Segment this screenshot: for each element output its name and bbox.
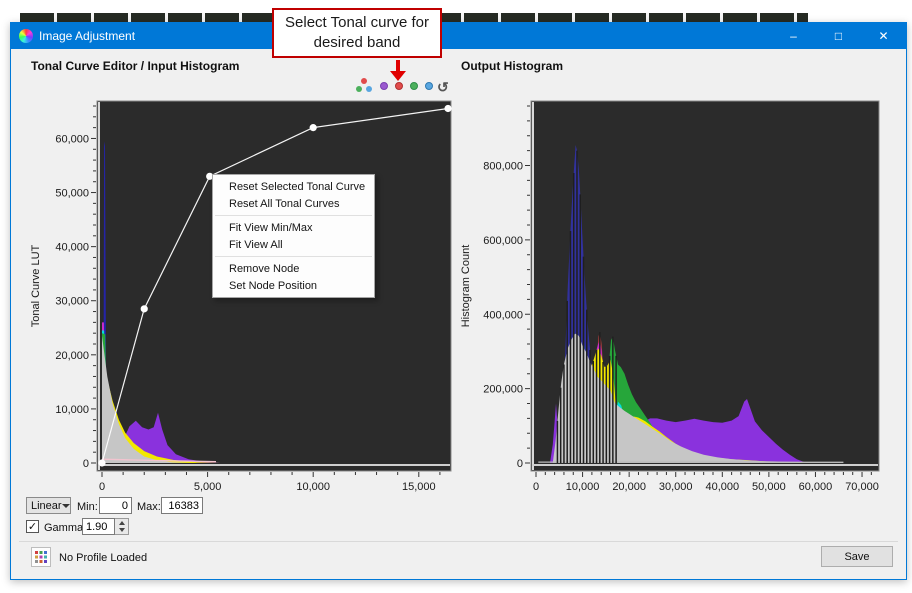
curve-type-value: Linear [31, 500, 62, 512]
y-axis-title: Histogram Count [460, 245, 472, 328]
color-grid-icon [35, 551, 47, 563]
curve-type-dropdown[interactable]: Linear [26, 497, 71, 514]
gamma-spinner [115, 518, 129, 535]
callout-tooltip: Select Tonal curve for desired band [272, 8, 442, 58]
y-tick-label: 200,000 [483, 384, 523, 396]
image-adjustment-window: Image Adjustment – □ ✕ Tonal Curve Edito… [10, 22, 907, 580]
gamma-checkbox[interactable]: ✓ [26, 520, 39, 533]
x-tick-label: 0 [533, 481, 539, 493]
close-button[interactable]: ✕ [861, 23, 906, 49]
app-color-wheel-icon [19, 29, 33, 43]
menu-item-remove-node[interactable]: Remove Node [213, 260, 374, 277]
y-tick-label: 10,000 [55, 404, 89, 416]
chevron-down-icon [62, 504, 70, 508]
menu-item-set-node-position[interactable]: Set Node Position [213, 277, 374, 294]
menu-item-fit-view-min-max[interactable]: Fit View Min/Max [213, 219, 374, 236]
output-histogram-chart[interactable]: 0 10,000 20,000 30,000 40,000 50,000 60,000 70,… [456, 51, 904, 513]
minimize-button[interactable]: – [771, 23, 816, 49]
max-input[interactable] [161, 497, 203, 514]
curve-node[interactable] [98, 459, 105, 466]
statusbar-divider [19, 541, 898, 542]
y-tick-label: 40,000 [55, 242, 89, 254]
menu-separator [215, 256, 372, 257]
spinner-down-button[interactable] [115, 527, 128, 535]
gamma-input[interactable] [82, 518, 115, 535]
callout-arrow-head [390, 71, 406, 81]
max-label: Max: [137, 501, 161, 513]
menu-item-reset-all-tonal-curves[interactable]: Reset All Tonal Curves [213, 195, 374, 212]
profile-status-text: No Profile Loaded [59, 552, 147, 564]
x-tick-label: 5,000 [194, 481, 222, 493]
x-tick-label: 50,000 [752, 481, 786, 493]
maximize-button[interactable]: □ [816, 23, 861, 49]
y-tick-label: 600,000 [483, 235, 523, 247]
y-tick-label: 800,000 [483, 161, 523, 173]
profile-grid-icon-button[interactable] [31, 547, 51, 567]
y-tick-label: 20,000 [55, 350, 89, 362]
y-tick-label: 0 [517, 458, 523, 470]
gamma-label: Gamma: [44, 522, 86, 534]
window-title: Image Adjustment [39, 29, 135, 43]
menu-item-fit-view-all[interactable]: Fit View All [213, 236, 374, 253]
curve-node[interactable] [310, 124, 317, 131]
x-tick-label: 10,000 [296, 481, 330, 493]
titlebar[interactable]: Image Adjustment – □ ✕ [11, 23, 906, 49]
y-tick-label: 60,000 [55, 133, 89, 145]
y-axis-title: Tonal Curve LUT [30, 244, 42, 327]
min-input[interactable] [99, 497, 132, 514]
x-tick-label: 15,000 [402, 481, 436, 493]
x-tick-label: 60,000 [799, 481, 833, 493]
x-tick-label: 0 [99, 481, 105, 493]
y-tick-label: 30,000 [55, 296, 89, 308]
x-tick-label: 20,000 [612, 481, 646, 493]
x-tick-label: 40,000 [705, 481, 739, 493]
context-menu: Reset Selected Tonal Curve Reset All Ton… [212, 174, 375, 298]
save-button[interactable]: Save [821, 546, 893, 567]
menu-separator [215, 215, 372, 216]
y-tick-label: 50,000 [55, 188, 89, 200]
x-tick-label: 70,000 [845, 481, 879, 493]
y-tick-label: 400,000 [483, 309, 523, 321]
menu-item-reset-selected-tonal-curve[interactable]: Reset Selected Tonal Curve [213, 178, 374, 195]
curve-node[interactable] [141, 305, 148, 312]
x-tick-label: 10,000 [566, 481, 600, 493]
spinner-up-button[interactable] [115, 519, 128, 527]
min-label: Min: [77, 501, 98, 513]
curve-node[interactable] [444, 105, 451, 112]
y-tick-label: 0 [83, 458, 89, 470]
x-tick-label: 30,000 [659, 481, 693, 493]
